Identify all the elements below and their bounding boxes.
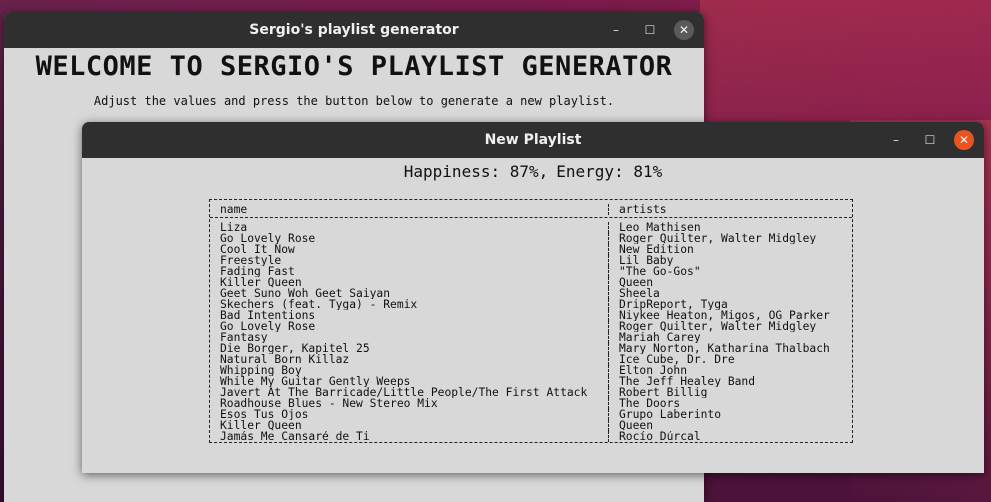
table-row: Roadhouse Blues - New Stereo Mix The Door… — [210, 398, 852, 409]
energy-value: Energy: 81% — [556, 162, 663, 181]
table-row: While My Guitar Gently Weeps The Jeff Hea… — [210, 376, 852, 387]
track-artists-cell: Ice Cube, Dr. Dre — [619, 354, 735, 365]
track-name-cell: Fading Fast — [210, 266, 609, 277]
main-window-controls: – ☐ ✕ — [606, 12, 694, 48]
track-name-cell: Jamás Me Cansaré de Ti — [210, 431, 609, 442]
table-row: Killer Queen Queen — [210, 420, 852, 431]
playlist-table: name artists Liza Leo Mathisen Go Lovely R… — [209, 199, 853, 443]
table-row: Skechers (feat. Tyga) - Remix DripReport,… — [210, 299, 852, 310]
track-name-cell: Javert At The Barricade/Little People/Th… — [210, 387, 609, 398]
table-row: Bad Intentions Niykee Heaton, Migos, OG P… — [210, 310, 852, 321]
maximize-icon[interactable]: ☐ — [640, 20, 660, 40]
welcome-heading: WELCOME TO SERGIO'S PLAYLIST GENERATOR — [35, 51, 673, 82]
track-artists-cell: The Doors — [619, 398, 681, 409]
track-name-cell: Liza — [210, 222, 609, 233]
table-row: Geet Suno Woh Geet Saiyan Sheela — [210, 288, 852, 299]
track-name-cell: Esos Tus Ojos — [210, 409, 609, 420]
track-artists-cell: Elton John — [619, 365, 688, 376]
instructions-text: Adjust the values and press the button b… — [93, 94, 615, 108]
playlist-window-controls: – ☐ ✕ — [886, 122, 974, 158]
track-name-cell: Skechers (feat. Tyga) - Remix — [210, 299, 609, 310]
track-name-cell: Go Lovely Rose — [210, 233, 609, 244]
track-artists-cell: The Jeff Healey Band — [619, 376, 756, 387]
track-name-cell: Cool It Now — [210, 244, 609, 255]
table-row: Fantasy Mariah Carey — [210, 332, 852, 343]
track-artists-cell: New Edition — [619, 244, 694, 255]
playlist-table-frame: name artists Liza Leo Mathisen Go Lovely R… — [209, 199, 853, 443]
track-name-cell: Whipping Boy — [210, 365, 609, 376]
playlist-window[interactable]: New Playlist – ☐ ✕ Happiness: 87%, Energy… — [82, 122, 984, 473]
track-artists-cell: Robert Billig — [619, 387, 708, 398]
track-name-cell: Fantasy — [210, 332, 609, 343]
track-artists-cell: Niykee Heaton, Migos, OG Parker — [619, 310, 830, 321]
table-row: Cool It Now New Edition — [210, 244, 852, 255]
track-artists-cell: DripReport, Tyga — [619, 299, 728, 310]
track-artists-cell: Roger Quilter, Walter Midgley — [619, 233, 817, 244]
close-icon[interactable]: ✕ — [954, 130, 974, 150]
table-header-row: name artists — [210, 200, 852, 218]
table-row: Die Borger, Kapitel 25 Mary Norton, Katha… — [210, 343, 852, 354]
table-row: Go Lovely Rose Roger Quilter, Walter Midg… — [210, 321, 852, 332]
track-name-cell: Geet Suno Woh Geet Saiyan — [210, 288, 609, 299]
track-name-cell: Roadhouse Blues - New Stereo Mix — [210, 398, 609, 409]
track-artists-cell: Mary Norton, Katharina Thalbach — [619, 343, 830, 354]
playlist-window-titlebar[interactable]: New Playlist – ☐ ✕ — [82, 122, 984, 158]
table-row: Killer Queen Queen — [210, 277, 852, 288]
column-header-artists: artists — [619, 204, 667, 215]
track-name-cell: Freestyle — [210, 255, 609, 266]
track-artists-cell: Sheela — [619, 288, 660, 299]
track-name-cell: Die Borger, Kapitel 25 — [210, 343, 609, 354]
track-artists-cell: Queen — [619, 420, 654, 431]
table-row: Natural Born Killaz Ice Cube, Dr. Dre — [210, 354, 852, 365]
track-artists-cell: Grupo Laberinto — [619, 409, 722, 420]
playlist-summary: Happiness: 87%, Energy: 81% — [82, 162, 984, 181]
table-row: Fading Fast "The Go-Gos" — [210, 266, 852, 277]
track-artists-cell: Roger Quilter, Walter Midgley — [619, 321, 817, 332]
track-artists-cell: Lil Baby — [619, 255, 674, 266]
track-name-cell: Killer Queen — [210, 277, 609, 288]
playlist-window-title: New Playlist — [484, 132, 582, 148]
track-name-cell: While My Guitar Gently Weeps — [210, 376, 609, 387]
table-row: Javert At The Barricade/Little People/Th… — [210, 387, 852, 398]
track-artists-cell: Queen — [619, 277, 654, 288]
column-header-name: name — [210, 204, 609, 215]
main-window-title: Sergio's playlist generator — [249, 22, 459, 38]
track-name-cell: Natural Born Killaz — [210, 354, 609, 365]
happiness-value: Happiness: 87%, — [403, 162, 549, 181]
track-artists-cell: Rocío Dúrcal — [619, 431, 701, 442]
table-row: Esos Tus Ojos Grupo Laberinto — [210, 409, 852, 420]
table-body: Liza Leo Mathisen Go Lovely Rose Roger Quil… — [210, 218, 852, 442]
track-artists-cell: Mariah Carey — [619, 332, 701, 343]
table-row: Jamás Me Cansaré de Ti Rocío Dúrcal — [210, 431, 852, 442]
close-icon[interactable]: ✕ — [674, 20, 694, 40]
maximize-icon[interactable]: ☐ — [920, 130, 940, 150]
minimize-icon[interactable]: – — [886, 130, 906, 150]
track-artists-cell: Leo Mathisen — [619, 222, 701, 233]
track-artists-cell: "The Go-Gos" — [619, 266, 701, 277]
minimize-icon[interactable]: – — [606, 20, 626, 40]
track-name-cell: Go Lovely Rose — [210, 321, 609, 332]
track-name-cell: Bad Intentions — [210, 310, 609, 321]
main-window-titlebar[interactable]: Sergio's playlist generator – ☐ ✕ — [4, 12, 704, 48]
table-row: Freestyle Lil Baby — [210, 255, 852, 266]
table-row: Go Lovely Rose Roger Quilter, Walter Midg… — [210, 233, 852, 244]
table-row: Whipping Boy Elton John — [210, 365, 852, 376]
track-name-cell: Killer Queen — [210, 420, 609, 431]
table-row: Liza Leo Mathisen — [210, 222, 852, 233]
